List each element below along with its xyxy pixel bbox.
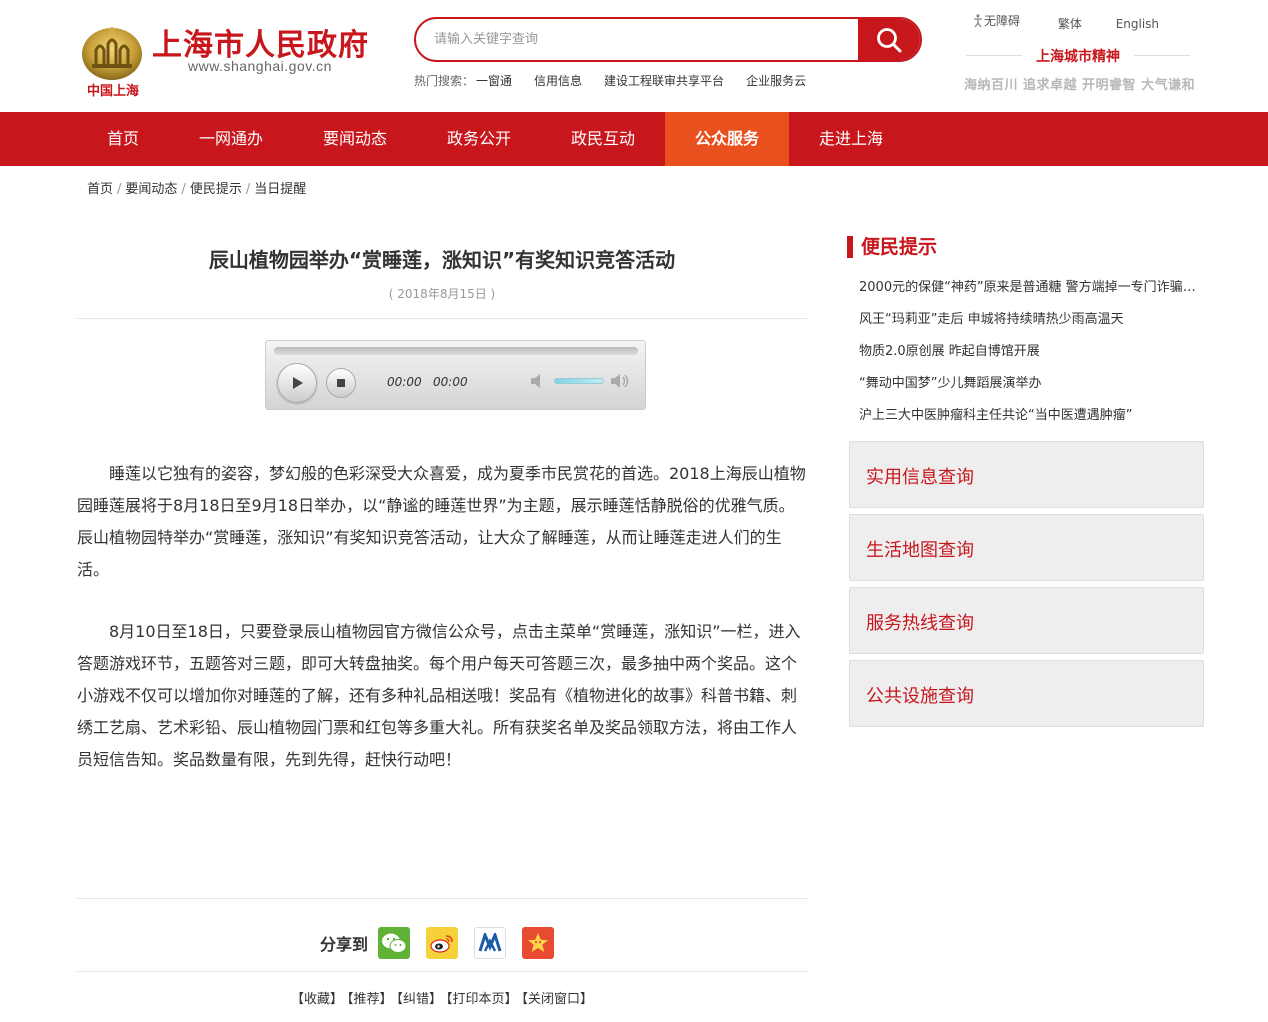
site-url: www.shanghai.gov.cn [188, 58, 332, 74]
stop-button[interactable] [326, 368, 356, 398]
share-label: 分享到 [320, 935, 369, 954]
article-actions: 【收藏】 【推荐】 【纠错】 【打印本页】 【关闭窗口】 [77, 988, 807, 1007]
mute-button[interactable] [530, 373, 548, 393]
wechat-icon [382, 933, 407, 953]
recommend-link[interactable]: 【推荐】 [347, 992, 393, 1007]
print-page-link[interactable]: 【打印本页】 [446, 992, 518, 1007]
breadcrumb-item[interactable]: 要闻动态 [125, 182, 177, 197]
side-box-label: 服务热线查询 [866, 613, 974, 634]
nav-item-one-netcom[interactable]: 一网通办 [169, 112, 293, 166]
current-time: 00:00 [387, 375, 422, 389]
share-bar: 分享到 [320, 926, 570, 960]
hot-search-link[interactable]: 企业服务云 [746, 74, 806, 88]
renren-icon [478, 933, 502, 952]
volume-mute-icon [531, 374, 540, 388]
divider [77, 971, 807, 972]
nav-item-gov-affairs[interactable]: 政务公开 [417, 112, 541, 166]
accessibility-icon [974, 13, 982, 27]
traditional-chinese-link[interactable]: 繁体 [1058, 17, 1082, 31]
breadcrumb-separator: / [181, 182, 186, 197]
sidebar-news-item[interactable]: “舞动中国梦”少儿舞蹈展演举办 [859, 374, 1204, 406]
breadcrumb-item[interactable]: 首页 [87, 182, 113, 197]
sidebar-news-list: 2000元的保健“神药”原来是普通糖 警方端掉一专门诈骗老人的团伙 风王“玛莉亚… [859, 278, 1204, 438]
search-box [414, 17, 922, 62]
duration-time: 00:00 [433, 375, 468, 389]
volume-max-icon [611, 374, 629, 388]
side-box-label: 生活地图查询 [866, 540, 974, 561]
breadcrumb-item[interactable]: 当日提醒 [254, 182, 306, 197]
accessibility-link[interactable]: 无障碍 [972, 12, 1020, 29]
side-box-label: 公共设施查询 [866, 686, 974, 707]
sidebar-news-item[interactable]: 物质2.0原创展 昨起自博馆开展 [859, 342, 1204, 374]
top-links: 无障碍 繁体 English [972, 12, 1189, 32]
hot-search-link[interactable]: 信用信息 [534, 74, 582, 88]
play-button[interactable] [277, 363, 317, 403]
nav-item-home[interactable]: 首页 [61, 112, 185, 166]
breadcrumb: 首页 / 要闻动态 / 便民提示 / 当日提醒 [87, 178, 306, 197]
shanghai-emblem-logo[interactable] [80, 20, 144, 82]
hot-search-label: 热门搜索： [414, 74, 475, 88]
hot-search: 热门搜索： 一窗通 信用信息 建设工程联审共享平台 企业服务云 [414, 72, 826, 89]
article-title: 辰山植物园举办“赏睡莲，涨知识”有奖知识竞答活动 [208, 248, 676, 272]
divider [77, 318, 807, 319]
qzone-star-icon [528, 933, 549, 952]
share-weibo-button[interactable] [426, 927, 459, 959]
article-paragraph: 睡莲以它独有的姿容，梦幻般的色彩深受大众喜爱，成为夏季市民赏花的首选。2018上… [77, 464, 806, 579]
side-box-label: 实用信息查询 [866, 467, 974, 488]
close-window-link[interactable]: 【关闭窗口】 [522, 992, 594, 1007]
divider [77, 898, 807, 899]
breadcrumb-separator: / [245, 182, 251, 197]
search-button[interactable] [858, 19, 920, 60]
audio-progress-track[interactable] [274, 347, 638, 355]
sidebar-title: 便民提示 [847, 236, 937, 258]
share-wechat-button[interactable] [378, 927, 411, 959]
stop-icon [337, 379, 345, 387]
english-link[interactable]: English [1116, 17, 1159, 31]
share-qzone-button[interactable] [522, 927, 555, 959]
service-hotline-query-button[interactable]: 服务热线查询 [849, 587, 1204, 654]
sidebar-news-item[interactable]: 风王“玛莉亚”走后 申城将持续晴热少雨高温天 [859, 310, 1204, 342]
breadcrumb-item[interactable]: 便民提示 [190, 182, 242, 197]
volume-slider[interactable] [554, 378, 604, 384]
play-icon [293, 377, 303, 389]
breadcrumb-separator: / [117, 182, 122, 197]
emblem-caption: 中国上海 [86, 84, 139, 99]
share-renren-button[interactable] [474, 927, 507, 959]
hot-search-link[interactable]: 一窗通 [476, 74, 512, 88]
public-facility-query-button[interactable]: 公共设施查询 [849, 660, 1204, 727]
city-spirit-text: 海纳百川 追求卓越 开明睿智 大气谦和 [964, 78, 1196, 93]
sidebar-news-item[interactable]: 沪上三大中医肿瘤科主任共论“当中医遭遇肿瘤” [859, 406, 1204, 438]
nav-item-interaction[interactable]: 政民互动 [541, 112, 665, 166]
bookmark-link[interactable]: 【收藏】 [291, 992, 343, 1007]
search-icon [877, 27, 902, 52]
report-error-link[interactable]: 【纠错】 [396, 992, 442, 1007]
city-spirit-title: 上海城市精神 [966, 46, 1190, 66]
nav-item-about-shanghai[interactable]: 走进上海 [789, 112, 913, 166]
search-input[interactable] [434, 19, 854, 60]
audio-player: 00:00 00:00 [265, 340, 646, 410]
practical-info-query-button[interactable]: 实用信息查询 [849, 441, 1204, 508]
life-map-query-button[interactable]: 生活地图查询 [849, 514, 1204, 581]
weibo-icon [430, 935, 453, 953]
sidebar-news-item[interactable]: 2000元的保健“神药”原来是普通糖 警方端掉一专门诈骗老人的团伙 [859, 278, 1204, 310]
site-header: 中国上海 上海市人民政府 www.shanghai.gov.cn 热门搜索：一窗… [0, 0, 1268, 112]
main-nav: 首页 一网通办 要闻动态 政务公开 政民互动 公众服务 走进上海 [0, 112, 1268, 166]
nav-item-public-service[interactable]: 公众服务 [665, 112, 789, 166]
article-date: ( 2018年8月15日 ) [388, 287, 496, 301]
nav-item-news[interactable]: 要闻动态 [293, 112, 417, 166]
accessibility-label: 无障碍 [984, 14, 1021, 28]
max-volume-button[interactable] [610, 373, 630, 393]
article-paragraph: 8月10日至18日，只要登录辰山植物园官方微信公众号，点击主菜单“赏睡莲，涨知识… [77, 622, 801, 769]
hot-search-link[interactable]: 建设工程联审共享平台 [604, 74, 724, 88]
